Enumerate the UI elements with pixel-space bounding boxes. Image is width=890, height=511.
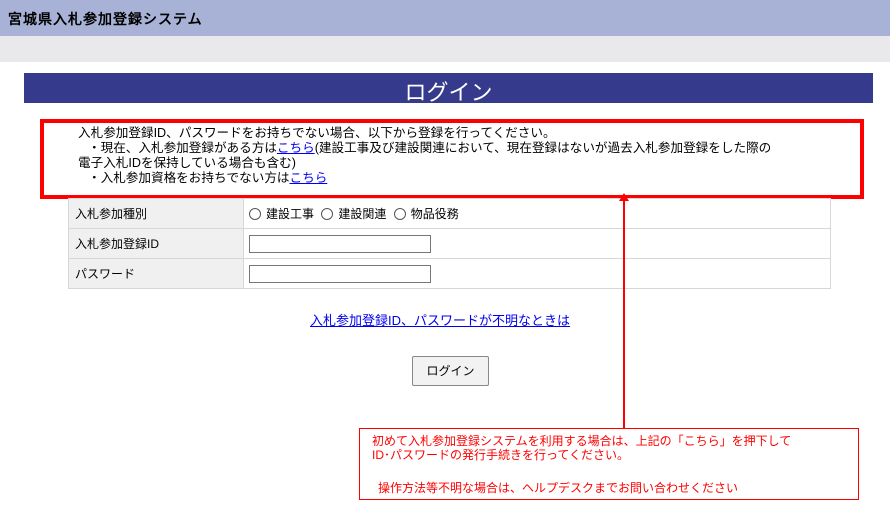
registration-notice-box: 入札参加登録ID、パスワードをお持ちでない場合、以下から登録を行ってください。 …	[40, 119, 864, 199]
app-header: 宮城県入札参加登録システム	[0, 0, 890, 36]
id-input[interactable]	[249, 234, 431, 253]
notice-line-2-prefix: ・現在、入札参加登録がある方は	[88, 141, 277, 155]
notice-line-3: 電子入札IDを保持している場合も含む)	[78, 156, 296, 170]
type-row: 入札参加種別 建設工事 建設関連 物品役務	[68, 198, 831, 229]
callout-line-3: 操作方法等不明な場合は、ヘルプデスクまでお問い合わせください	[378, 481, 739, 495]
radio-option-construction[interactable]: 建設工事	[249, 207, 314, 221]
sub-header-bar	[0, 36, 890, 62]
notice-line-1: 入札参加登録ID、パスワードをお持ちでない場合、以下から登録を行ってください。	[78, 126, 556, 140]
password-row: パスワード	[68, 258, 831, 289]
new-registrant-link[interactable]: こちら	[290, 171, 328, 185]
login-form-table: 入札参加種別 建設工事 建設関連 物品役務 入札参加登録ID パスワード	[68, 198, 831, 289]
notice-line-2-suffix: (建設工事及び建設関連において、現在登録はないが過去入札参加登録をした際の	[314, 141, 772, 155]
radio-label-related: 建設関連	[338, 207, 387, 221]
type-radio-group: 建設工事 建設関連 物品役務	[243, 198, 831, 229]
callout-arrow-line	[623, 199, 625, 428]
type-label: 入札参加種別	[68, 198, 244, 229]
id-label: 入札参加登録ID	[68, 228, 244, 259]
login-title: ログイン	[404, 80, 493, 105]
notice-line-2: ・現在、入札参加登録がある方はこちら(建設工事及び建設関連において、現在登録はな…	[78, 141, 868, 156]
radio-option-related[interactable]: 建設関連	[321, 207, 386, 221]
radio-label-construction: 建設工事	[266, 207, 315, 221]
existing-registrant-link[interactable]: こちら	[277, 141, 315, 155]
radio-option-goods[interactable]: 物品役務	[393, 207, 459, 221]
radio-circle-icon[interactable]	[249, 208, 261, 220]
radio-circle-icon[interactable]	[321, 208, 334, 220]
login-button[interactable]: ログイン	[412, 356, 489, 386]
instruction-callout: 初めて入札参加登録システムを利用する場合は、上記の「こちら」を押下して ID･パ…	[359, 428, 859, 500]
password-input[interactable]	[249, 264, 431, 283]
callout-line-1: 初めて入札参加登録システムを利用する場合は、上記の「こちら」を押下して	[372, 434, 792, 448]
forgot-credentials-link[interactable]: 入札参加登録ID、パスワードが不明なときは	[310, 310, 570, 329]
callout-line-2: ID･パスワードの発行手続きを行ってください。	[372, 448, 630, 462]
password-label: パスワード	[68, 258, 244, 289]
app-title: 宮城県入札参加登録システム	[8, 12, 203, 28]
notice-line-4: ・入札参加資格をお持ちでない方はこちら	[78, 171, 868, 186]
login-title-bar: ログイン	[24, 73, 873, 105]
notice-line-4-prefix: ・入札参加資格をお持ちでない方は	[88, 171, 290, 185]
radio-circle-icon[interactable]	[393, 208, 406, 220]
notice-text: 入札参加登録ID、パスワードをお持ちでない場合、以下から登録を行ってください。 …	[78, 126, 868, 186]
radio-label-goods: 物品役務	[410, 207, 459, 221]
id-row: 入札参加登録ID	[68, 228, 831, 259]
